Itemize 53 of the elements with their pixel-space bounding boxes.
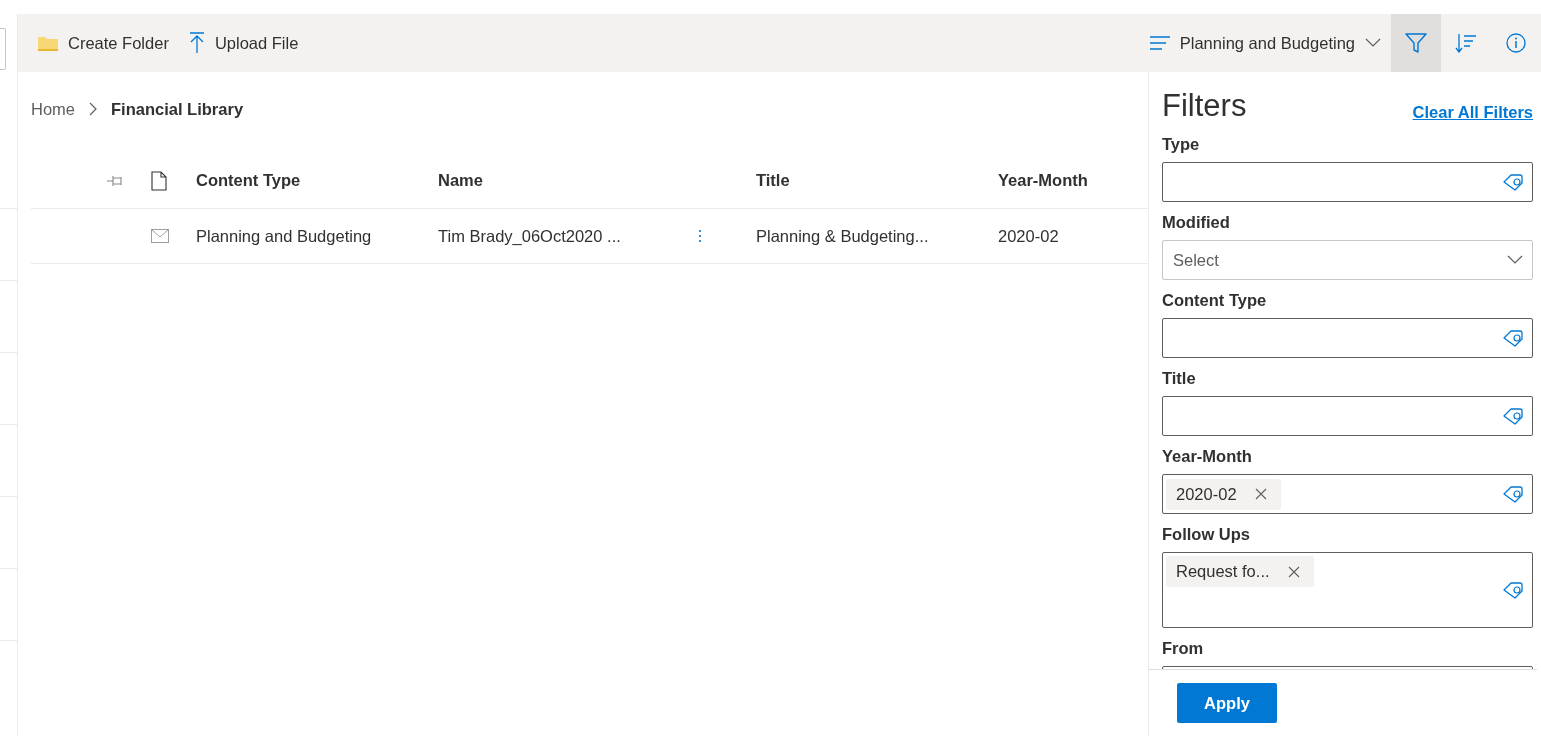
upload-file-button[interactable]: Upload File — [178, 14, 309, 72]
input-field[interactable] — [1162, 396, 1533, 436]
field-label: Modified — [1162, 211, 1231, 233]
dropdown[interactable]: Select — [1162, 240, 1533, 280]
breadcrumb-link[interactable]: Financial Library — [111, 99, 244, 119]
clear-filters-link[interactable]: Clear All Filters — [1412, 103, 1533, 124]
create-folder-button[interactable]: Create Folder — [28, 14, 179, 72]
field-label: Year-Month — [1162, 445, 1253, 467]
search-field[interactable] — [0, 28, 6, 70]
file-icon — [151, 170, 167, 191]
panel-title: Filters — [1162, 88, 1247, 124]
lines-icon — [1149, 36, 1170, 50]
field-label: Follow Ups — [1162, 523, 1251, 545]
mail-icon — [151, 229, 169, 243]
table-cell: Planning and Budgeting — [196, 226, 372, 246]
field-label: From — [1162, 637, 1205, 659]
table-cell: 2020-02 — [998, 226, 1059, 246]
sort-icon — [1455, 33, 1477, 53]
column-header[interactable]: Name — [438, 171, 483, 190]
tag-text: Request fo... — [1176, 562, 1270, 581]
close-icon[interactable] — [1287, 565, 1300, 578]
tag-icon — [1503, 329, 1523, 347]
filter-button[interactable] — [1391, 14, 1441, 72]
field-label: Type — [1162, 133, 1201, 155]
tag-icon — [1503, 173, 1523, 191]
column-header[interactable]: Content Type — [196, 171, 301, 190]
info-icon — [1506, 33, 1526, 53]
view-selector[interactable]: Planning and Budgeting — [1139, 14, 1391, 72]
input-field[interactable] — [1162, 318, 1533, 358]
chevron-down-icon — [1507, 255, 1523, 265]
input-field[interactable] — [1162, 162, 1533, 202]
tag-icon — [1503, 407, 1523, 425]
chevron-right-icon — [89, 102, 97, 116]
input-field[interactable]: Request fo... — [1162, 552, 1533, 628]
input-field[interactable]: 2020-02 — [1162, 474, 1533, 514]
pin-icon — [107, 174, 125, 187]
upload-icon — [188, 32, 205, 54]
column-header[interactable]: Year-Month — [998, 171, 1088, 190]
field-label: Content Type — [1162, 289, 1268, 311]
tag-icon — [1503, 485, 1523, 503]
table-cell: Planning & Budgeting... — [756, 226, 929, 246]
column-header[interactable]: Title — [756, 171, 790, 190]
tag-icon — [1503, 581, 1523, 599]
apply-button[interactable]: Apply — [1177, 683, 1277, 723]
close-icon[interactable] — [1254, 488, 1267, 500]
filter-icon — [1405, 32, 1427, 54]
chevron-down-icon — [1365, 38, 1381, 48]
field-label: Title — [1162, 367, 1197, 389]
table-cell[interactable]: Tim Brady_06Oct2020 ... — [438, 226, 621, 246]
more-options-icon[interactable] — [698, 229, 702, 243]
folder-icon — [38, 35, 58, 51]
breadcrumb-link[interactable]: Home — [31, 99, 75, 119]
tag-text: 2020-02 — [1176, 484, 1237, 504]
